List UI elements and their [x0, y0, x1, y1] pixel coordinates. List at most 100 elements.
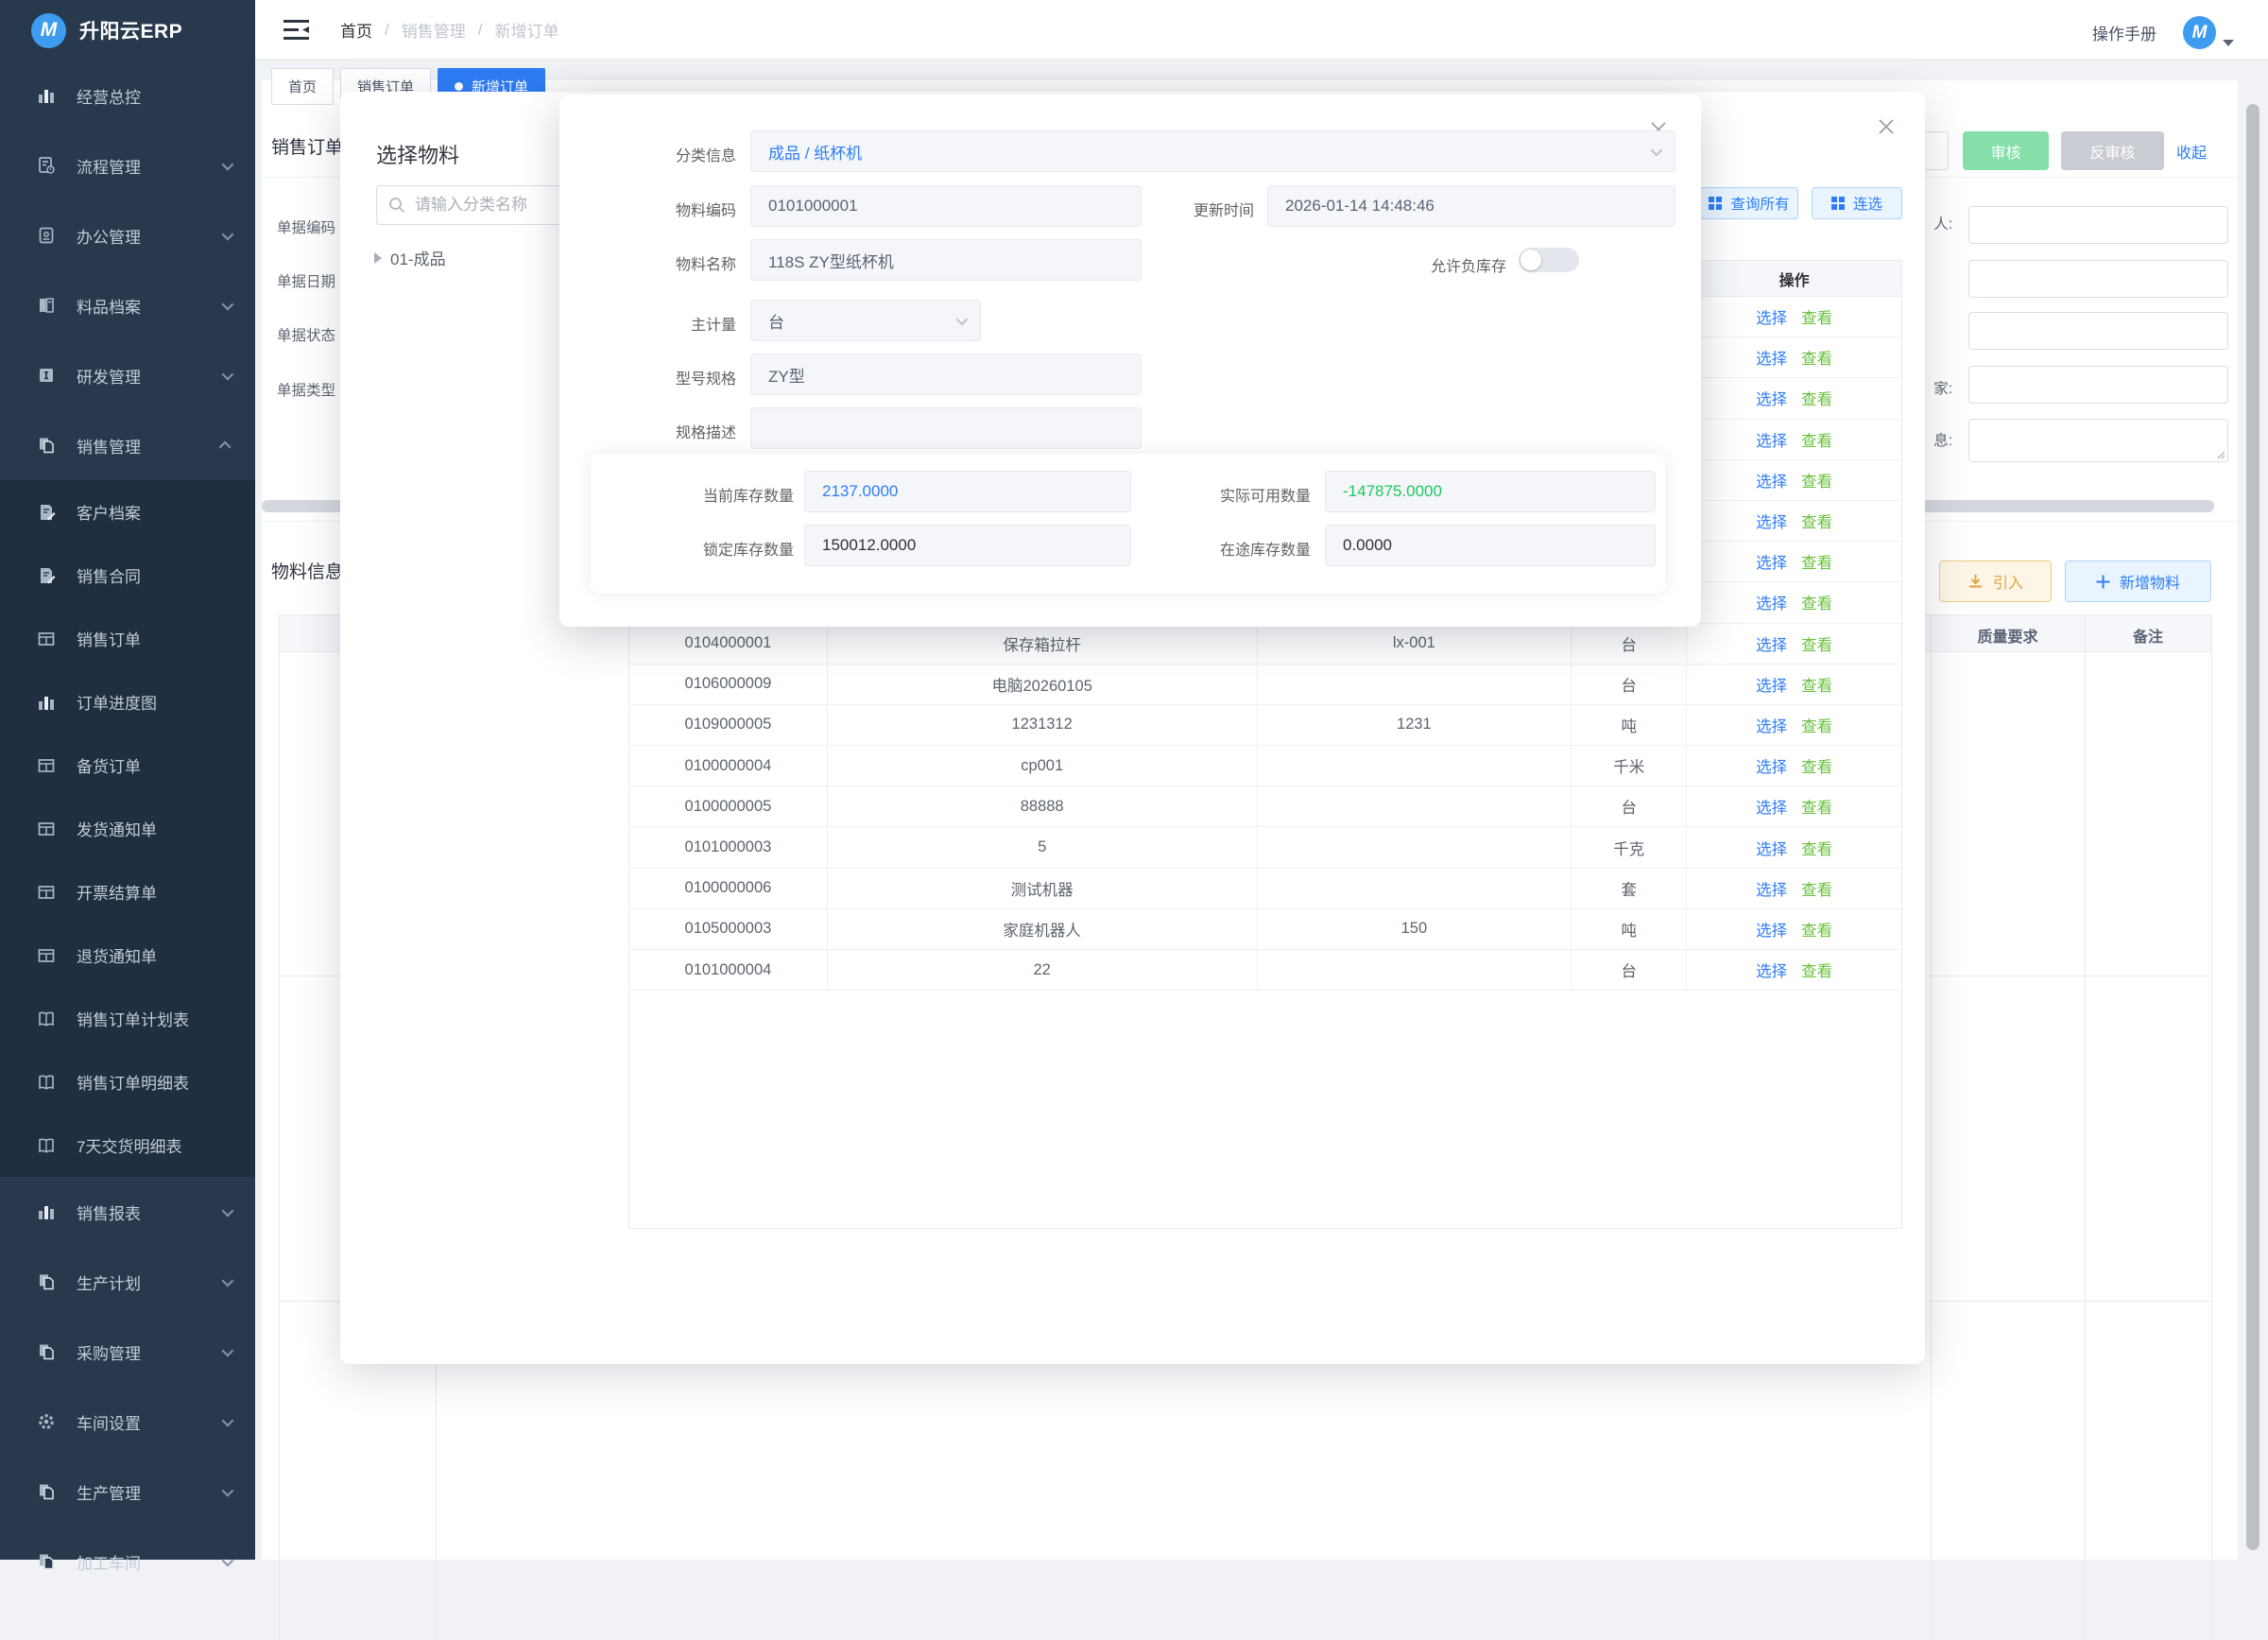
archive-icon: [36, 296, 56, 316]
view-link[interactable]: 查看: [1801, 305, 1832, 328]
select-link[interactable]: 选择: [1756, 346, 1787, 369]
unit-select[interactable]: 台: [750, 300, 981, 341]
picker-close-icon[interactable]: [1876, 116, 1897, 142]
collapse-link[interactable]: 收起: [2176, 140, 2207, 163]
view-link[interactable]: 查看: [1801, 795, 1832, 818]
sidebar-item[interactable]: 备货订单: [0, 734, 255, 797]
select-link[interactable]: 选择: [1756, 509, 1787, 532]
select-link[interactable]: 选择: [1756, 795, 1787, 818]
view-link[interactable]: 查看: [1801, 632, 1832, 655]
name-input[interactable]: 118S ZY型纸杯机: [750, 239, 1142, 281]
sidebar-item[interactable]: 生产管理: [0, 1457, 255, 1527]
app-title: 升阳云ERP: [79, 16, 182, 44]
select-link[interactable]: 选择: [1756, 305, 1787, 328]
manual-link[interactable]: 操作手册: [2092, 21, 2156, 44]
available-stock-input[interactable]: -147875.0000: [1325, 471, 1656, 512]
negative-stock-toggle[interactable]: [1519, 248, 1579, 272]
select-link[interactable]: 选择: [1756, 469, 1787, 492]
sidebar-item[interactable]: 加工车间: [0, 1527, 255, 1597]
sidebar-item[interactable]: 车间设置: [0, 1387, 255, 1457]
import-button[interactable]: 引入: [1939, 561, 2052, 602]
select-link[interactable]: 选择: [1756, 958, 1787, 981]
view-link[interactable]: 查看: [1801, 387, 1832, 409]
sidebar-item[interactable]: 7天交货明细表: [0, 1113, 255, 1177]
select-link[interactable]: 选择: [1756, 918, 1787, 941]
user-dropdown-caret-icon[interactable]: [2223, 40, 2234, 46]
view-link[interactable]: 查看: [1801, 591, 1832, 613]
tree-node-finished-goods[interactable]: 01-成品: [374, 246, 446, 269]
transit-stock-input[interactable]: 0.0000: [1325, 525, 1656, 566]
select-link[interactable]: 选择: [1756, 632, 1787, 655]
sidebar-item[interactable]: 销售合同: [0, 544, 255, 607]
select-link[interactable]: 选择: [1756, 387, 1787, 409]
sidebar-item[interactable]: 销售订单明细表: [0, 1050, 255, 1113]
locked-stock-input[interactable]: 150012.0000: [804, 525, 1131, 566]
sidebar-item[interactable]: 流程管理: [0, 130, 255, 200]
resize-handle-icon[interactable]: [2216, 450, 2225, 459]
vertical-scrollbar[interactable]: [2246, 104, 2259, 1550]
sidebar-item[interactable]: 订单进度图: [0, 670, 255, 734]
sidebar-item[interactable]: 研发管理: [0, 340, 255, 410]
model-input[interactable]: ZY型: [750, 354, 1142, 395]
sidebar-item[interactable]: 退货通知单: [0, 924, 255, 987]
view-link[interactable]: 查看: [1801, 754, 1832, 777]
query-all-button[interactable]: 查询所有: [1700, 187, 1798, 219]
cell-unit: 千米: [1572, 746, 1687, 786]
code-input[interactable]: 0101000001: [750, 185, 1142, 227]
view-link[interactable]: 查看: [1801, 550, 1832, 573]
right-input-4[interactable]: [1968, 366, 2228, 404]
multi-select-button[interactable]: 连选: [1812, 187, 1902, 219]
select-link[interactable]: 选择: [1756, 837, 1787, 859]
remark-textarea[interactable]: [1968, 419, 2228, 462]
cell-actions: 选择查看: [1687, 501, 1901, 542]
select-link[interactable]: 选择: [1756, 550, 1787, 573]
view-link[interactable]: 查看: [1801, 837, 1832, 859]
tree-expand-caret-icon[interactable]: [374, 252, 382, 264]
sidebar-item[interactable]: 料品档案: [0, 270, 255, 340]
sidebar-item[interactable]: 销售报表: [0, 1177, 255, 1247]
breadcrumb-home[interactable]: 首页: [340, 18, 372, 42]
spec-desc-input[interactable]: [750, 407, 1142, 449]
user-avatar[interactable]: M: [2183, 16, 2216, 49]
select-link[interactable]: 选择: [1756, 428, 1787, 451]
category-select[interactable]: 成品 / 纸杯机: [750, 130, 1675, 172]
view-link[interactable]: 查看: [1801, 714, 1832, 736]
breadcrumb-sales[interactable]: 销售管理: [402, 18, 466, 42]
view-link[interactable]: 查看: [1801, 469, 1832, 492]
view-link[interactable]: 查看: [1801, 877, 1832, 900]
select-link[interactable]: 选择: [1756, 714, 1787, 736]
sidebar-item[interactable]: 开票结算单: [0, 860, 255, 924]
cell-spec: [1258, 786, 1572, 827]
right-input-2[interactable]: [1968, 260, 2228, 298]
tab-home[interactable]: 首页: [271, 68, 334, 105]
research-icon: [36, 366, 56, 386]
right-input-1[interactable]: [1968, 206, 2228, 244]
view-link[interactable]: 查看: [1801, 509, 1832, 532]
sidebar-item[interactable]: 办公管理: [0, 200, 255, 270]
view-link[interactable]: 查看: [1801, 428, 1832, 451]
view-link[interactable]: 查看: [1801, 958, 1832, 981]
current-stock-input[interactable]: 2137.0000: [804, 471, 1131, 512]
select-link[interactable]: 选择: [1756, 673, 1787, 696]
unapprove-button[interactable]: 反审核: [2061, 131, 2164, 170]
cell-actions: 选择查看: [1687, 746, 1901, 786]
add-material-button[interactable]: 新增物料: [2065, 561, 2211, 602]
sidebar-item[interactable]: 销售订单: [0, 607, 255, 670]
select-link[interactable]: 选择: [1756, 591, 1787, 613]
view-link[interactable]: 查看: [1801, 918, 1832, 941]
updated-input[interactable]: 2026-01-14 14:48:46: [1267, 185, 1675, 227]
approve-button[interactable]: 审核: [1963, 131, 2049, 170]
select-link[interactable]: 选择: [1756, 877, 1787, 900]
sidebar-item[interactable]: 客户档案: [0, 480, 255, 544]
sidebar-item[interactable]: 经营总控: [0, 60, 255, 130]
sidebar-item[interactable]: 销售管理: [0, 410, 255, 480]
view-link[interactable]: 查看: [1801, 673, 1832, 696]
select-link[interactable]: 选择: [1756, 754, 1787, 777]
sidebar-item[interactable]: 销售订单计划表: [0, 987, 255, 1050]
sidebar-item[interactable]: 采购管理: [0, 1317, 255, 1387]
view-link[interactable]: 查看: [1801, 346, 1832, 369]
sidebar-item[interactable]: 发货通知单: [0, 797, 255, 860]
collapse-menu-icon[interactable]: [284, 20, 309, 44]
sidebar-item[interactable]: 生产计划: [0, 1247, 255, 1317]
right-input-3[interactable]: [1968, 312, 2228, 350]
